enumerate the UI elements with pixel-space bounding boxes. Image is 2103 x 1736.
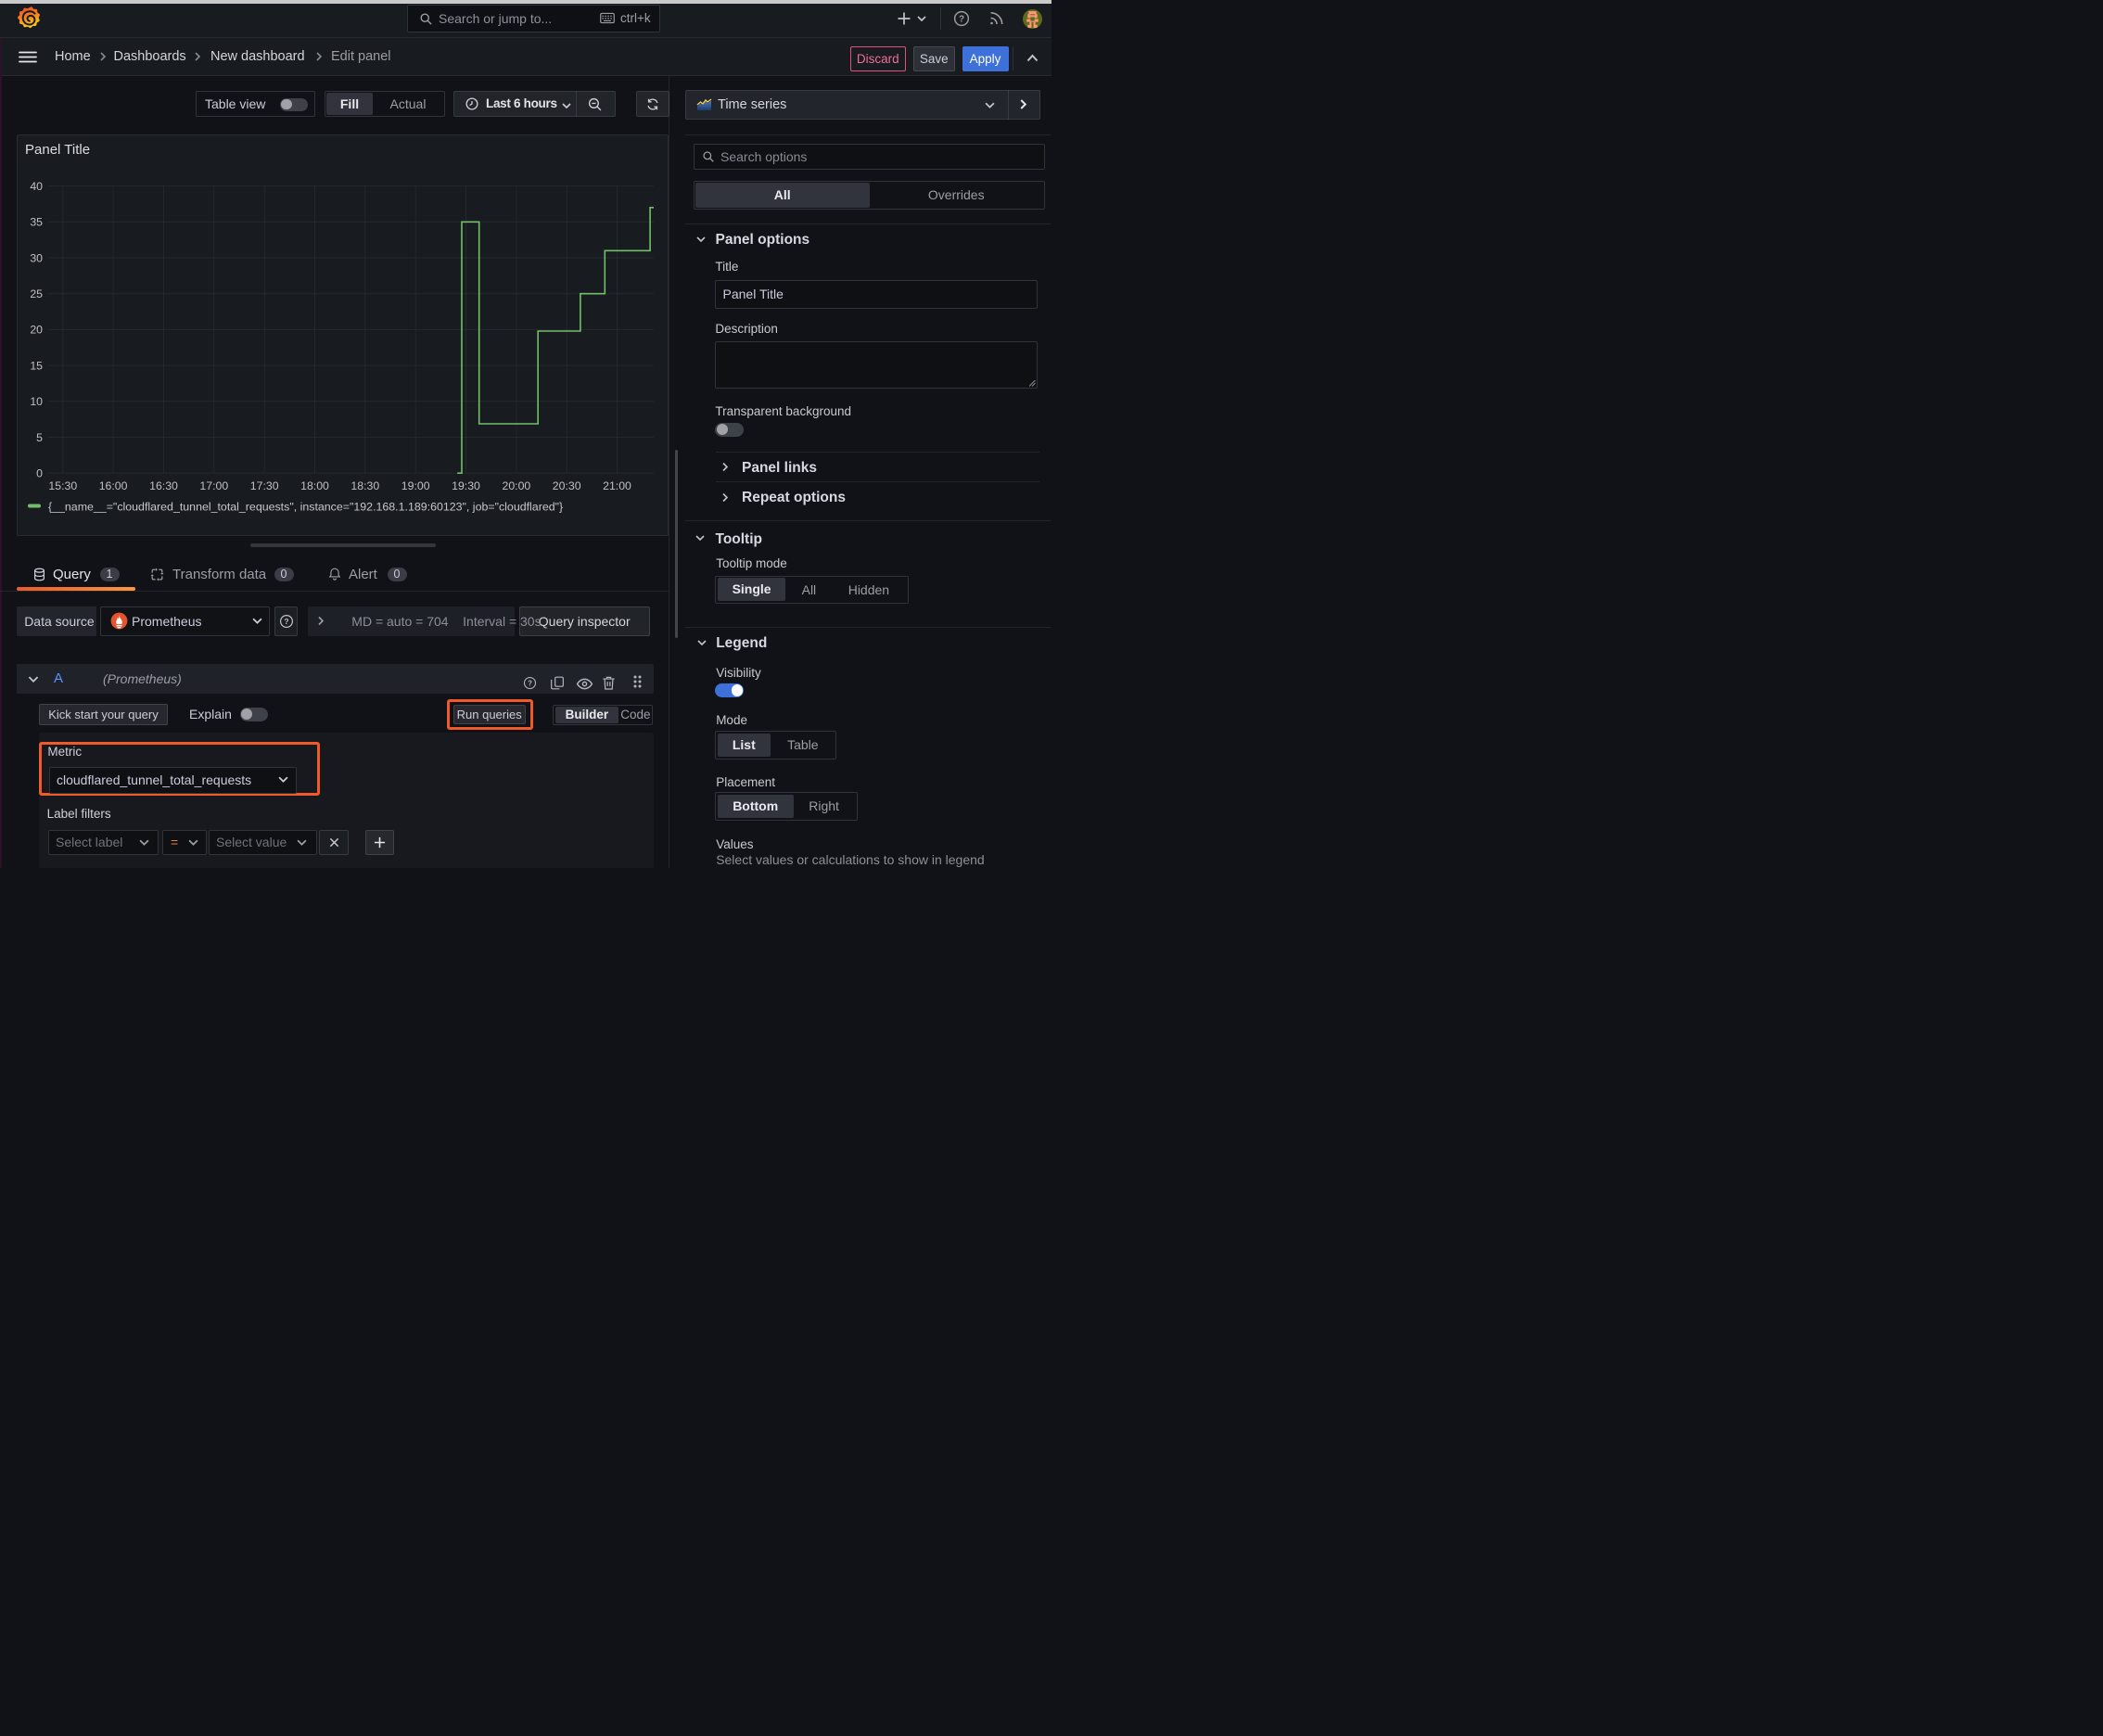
svg-text:18:00: 18:00: [300, 479, 329, 492]
svg-text:17:00: 17:00: [199, 479, 228, 492]
svg-text:18:30: 18:30: [350, 479, 379, 492]
svg-text:20: 20: [30, 324, 43, 337]
svg-text:19:00: 19:00: [401, 479, 430, 492]
svg-text:?: ?: [959, 15, 964, 25]
svg-text:21:00: 21:00: [603, 479, 631, 492]
svg-text:10: 10: [30, 395, 43, 408]
svg-text:?: ?: [284, 617, 288, 626]
svg-text:40: 40: [30, 180, 43, 193]
svg-text:35: 35: [30, 216, 43, 229]
svg-text:?: ?: [528, 679, 532, 687]
svg-text:30: 30: [30, 251, 43, 264]
svg-text:16:00: 16:00: [99, 479, 128, 492]
svg-text:20:30: 20:30: [553, 479, 581, 492]
svg-text:0: 0: [36, 467, 43, 480]
svg-text:20:00: 20:00: [503, 479, 531, 492]
svg-text:17:30: 17:30: [250, 479, 279, 492]
svg-text:19:30: 19:30: [452, 479, 480, 492]
svg-text:15: 15: [30, 359, 43, 372]
svg-text:{__name__="cloudflared_tunnel_: {__name__="cloudflared_tunnel_total_requ…: [48, 501, 563, 514]
svg-text:5: 5: [36, 431, 43, 444]
svg-text:16:30: 16:30: [149, 479, 178, 492]
svg-text:15:30: 15:30: [48, 479, 77, 492]
svg-text:25: 25: [30, 287, 43, 300]
